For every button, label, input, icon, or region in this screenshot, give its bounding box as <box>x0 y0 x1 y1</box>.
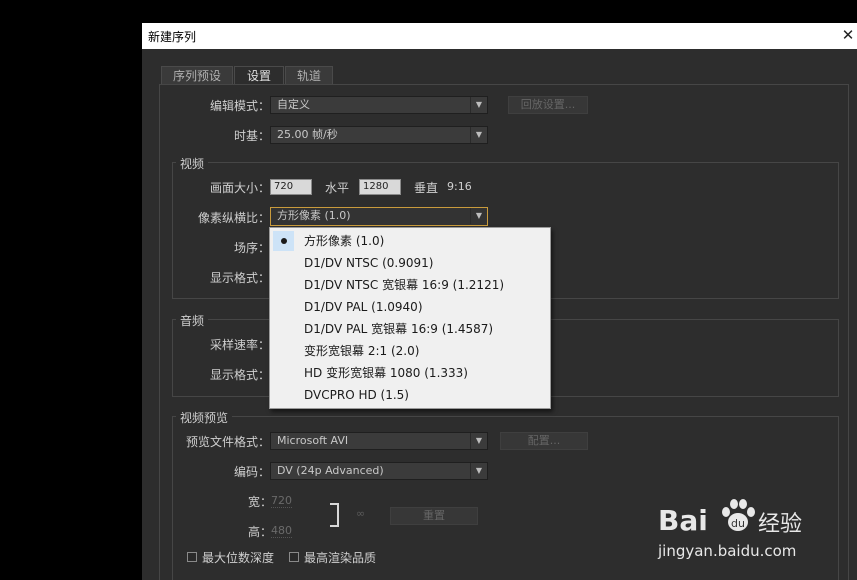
timebase-label: 时基： <box>234 129 271 143</box>
pixel-aspect-select[interactable]: 方形像素 (1.0) ▼ <box>270 207 488 226</box>
close-icon[interactable]: ✕ <box>841 26 855 44</box>
max-bit-depth-checkbox[interactable] <box>187 552 197 562</box>
preview-height-value[interactable]: 480 <box>271 524 292 538</box>
horizontal-label: 水平 <box>325 181 350 195</box>
tab-tracks[interactable]: 轨道 <box>285 66 333 84</box>
pixel-aspect-label: 像素纵横比： <box>198 211 271 225</box>
watermark-url: jingyan.baidu.com <box>658 542 797 560</box>
svg-text:du: du <box>731 517 745 530</box>
watermark-brand-right: 经验 <box>758 512 803 537</box>
window-title: 新建序列 <box>148 30 197 44</box>
preview-file-format-select[interactable]: Microsoft AVI ▼ <box>270 432 488 450</box>
video-preview-group-title: 视频预览 <box>176 409 233 426</box>
baidu-watermark-logo: Bai du 经验 <box>658 499 818 540</box>
link-bracket <box>330 503 339 527</box>
codec-value: DV (24p Advanced) <box>277 464 384 477</box>
frame-width-input[interactable]: 720 <box>270 179 312 195</box>
dropdown-option[interactable]: 方形像素 (1.0) <box>270 230 550 252</box>
preview-width-value[interactable]: 720 <box>271 494 292 508</box>
edit-mode-value: 自定义 <box>277 98 310 111</box>
pixel-aspect-value: 方形像素 (1.0) <box>277 209 351 222</box>
dropdown-option[interactable]: D1/DV NTSC 宽银幕 16:9 (1.2121) <box>270 274 550 296</box>
selected-dot-icon <box>281 238 287 244</box>
vertical-label: 垂直 <box>414 181 439 195</box>
dropdown-option[interactable]: DVCPRO HD (1.5) <box>270 384 550 406</box>
dropdown-option[interactable]: D1/DV PAL (1.0940) <box>270 296 550 318</box>
max-bit-depth-label: 最大位数深度 <box>202 551 275 565</box>
dropdown-option[interactable]: 变形宽银幕 2:1 (2.0) <box>270 340 550 362</box>
tab-sequence-presets[interactable]: 序列预设 <box>161 66 233 84</box>
frame-height-input[interactable]: 1280 <box>359 179 401 195</box>
aspect-ratio-text: 9:16 <box>447 180 472 193</box>
video-display-format-label: 显示格式： <box>210 271 271 285</box>
reset-button[interactable]: 重置 <box>390 507 478 525</box>
preview-width-label: 宽： <box>248 495 273 509</box>
max-render-quality-checkbox[interactable] <box>289 552 299 562</box>
audio-group-title: 音频 <box>176 312 209 329</box>
preview-height-label: 高： <box>248 525 273 539</box>
max-render-quality-label: 最高渲染品质 <box>304 551 377 565</box>
dropdown-option[interactable]: D1/DV PAL 宽银幕 16:9 (1.4587) <box>270 318 550 340</box>
edit-mode-label: 编辑模式： <box>210 99 271 113</box>
chevron-down-icon: ▼ <box>470 208 487 224</box>
dropdown-option[interactable]: HD 变形宽银幕 1080 (1.333) <box>270 362 550 384</box>
preview-file-format-value: Microsoft AVI <box>277 434 349 447</box>
title-bar: 新建序列 ✕ <box>142 23 857 49</box>
tab-settings[interactable]: 设置 <box>234 66 284 84</box>
video-group-title: 视频 <box>176 155 209 172</box>
edit-mode-select[interactable]: 自定义 ▼ <box>270 96 488 114</box>
chevron-down-icon: ▼ <box>470 127 487 143</box>
codec-select[interactable]: DV (24p Advanced) ▼ <box>270 462 488 480</box>
pixel-aspect-dropdown-list: 方形像素 (1.0) D1/DV NTSC (0.9091) D1/DV NTS… <box>269 227 551 409</box>
audio-display-format-label: 显示格式： <box>210 368 271 382</box>
watermark-brand-left: Bai <box>658 504 708 537</box>
chevron-down-icon: ▼ <box>470 433 487 449</box>
dropdown-option[interactable]: D1/DV NTSC (0.9091) <box>270 252 550 274</box>
frame-size-label: 画面大小： <box>210 181 271 195</box>
chevron-down-icon: ▼ <box>470 463 487 479</box>
paw-icon: du <box>718 496 758 536</box>
field-order-label: 场序： <box>234 241 271 255</box>
chain-link-icon[interactable]: ∞ <box>356 507 365 520</box>
timebase-select[interactable]: 25.00 帧/秒 ▼ <box>270 126 488 144</box>
preview-file-format-label: 预览文件格式： <box>186 435 271 449</box>
playback-settings-button[interactable]: 回放设置... <box>508 96 588 114</box>
codec-label: 编码： <box>234 465 271 479</box>
timebase-value: 25.00 帧/秒 <box>277 128 338 141</box>
chevron-down-icon: ▼ <box>470 97 487 113</box>
sample-rate-label: 采样速率： <box>210 338 271 352</box>
configure-button[interactable]: 配置... <box>500 432 588 450</box>
